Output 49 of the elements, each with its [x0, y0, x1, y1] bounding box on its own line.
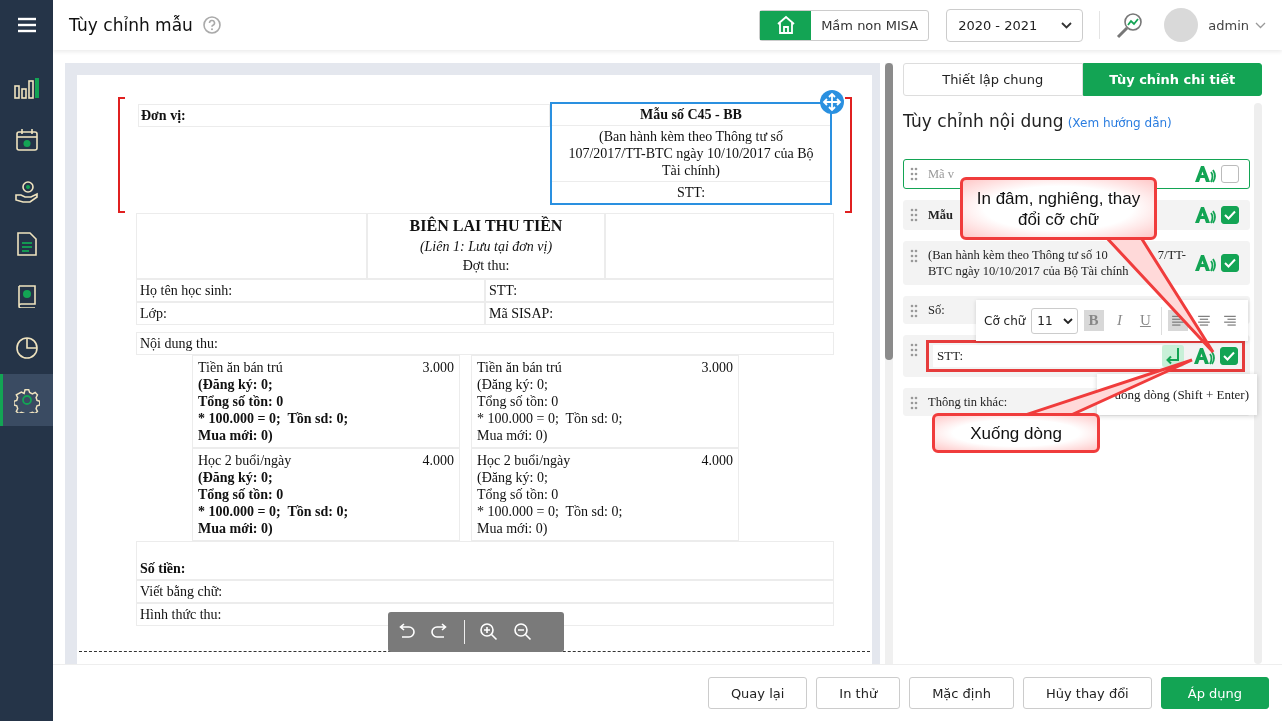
fee-detail: Tổng số tồn: 0 [198, 393, 285, 410]
section-heading: Tùy chỉnh nội dung [903, 111, 1064, 131]
fee-detail: (Đăng ký: 0; [198, 376, 274, 393]
font-size-label: Cỡ chữ [984, 313, 1026, 328]
fee-detail: Mua mới: 0) [198, 520, 274, 537]
amount-words-label: Viết bằng chữ: [136, 580, 834, 603]
form-field-label: STT: [485, 279, 834, 302]
fee-detail: * 100.000 = 0; Tồn sd: 0; [477, 503, 624, 520]
fee-detail: * 100.000 = 0; Tồn sd: 0; [198, 503, 350, 520]
content-label: Nội dung thu: [136, 332, 834, 355]
fee-detail: (Đăng ký: 0; [477, 469, 549, 486]
receipt-title: BIÊN LAI THU TIỀN [409, 216, 563, 236]
form-field-label: Mã SISAP: [485, 302, 834, 325]
row-text: BTC ngày 10/10/2017 của Bộ Tài chính [928, 263, 1129, 279]
fee-detail: Mua mới: 0) [198, 427, 274, 444]
fee-name: Tiền ăn bán trú [477, 359, 562, 376]
callout-tooltip: Xuống dòng [932, 413, 1100, 453]
fee-amount: 4.000 [422, 452, 454, 469]
form-note: (Ban hành kèm theo Thông tư số 107/2017/TT-BTC ngày 10/10/2017 của Bộ Tài chính) [552, 126, 830, 182]
row-text: 7/TT- [1157, 247, 1186, 263]
fee-detail: (Đăng ký: 0; [477, 376, 549, 393]
row-text: Số: [928, 302, 945, 318]
form-stt: STT: [675, 184, 707, 202]
row-text: Thông tin khác: [928, 394, 1008, 410]
fee-amount: 3.000 [422, 359, 454, 376]
receipt-subtitle: (Liên 1: Lưu tại đơn vị) [419, 238, 553, 256]
row-text: (Ban hành kèm theo Thông tư số 10 [928, 247, 1108, 263]
fee-detail: Tổng số tồn: 0 [477, 486, 560, 503]
fee-amount: 4.000 [701, 452, 733, 469]
callout-tooltip: In đâm, nghiêng, thay đổi cỡ chữ [960, 177, 1157, 240]
fee-detail: Tổng số tồn: 0 [477, 393, 560, 410]
page-title: Tùy chỉnh mẫu [69, 15, 193, 35]
period-label: Đợt thu: [462, 257, 510, 274]
fee-name: Tiền ăn bán trú [198, 359, 283, 376]
fee-name: Học 2 buổi/ngày [477, 452, 571, 469]
fee-detail: Tổng số tồn: 0 [198, 486, 285, 503]
fee-detail: Mua mới: 0) [477, 427, 549, 444]
form-field-label: Họ tên học sinh: [136, 279, 485, 302]
fee-detail: * 100.000 = 0; Tồn sd: 0; [477, 410, 624, 427]
fee-detail: (Đăng ký: 0; [198, 469, 274, 486]
fee-amount: 3.000 [701, 359, 733, 376]
fee-name: Học 2 buổi/ngày [198, 452, 292, 469]
row-text: Mã v [928, 166, 955, 182]
fee-detail: Mua mới: 0) [477, 520, 549, 537]
amount-label: Số tiền: [136, 541, 834, 580]
form-field-label: Lớp: [136, 302, 485, 325]
row-text: Mẫu [928, 207, 953, 223]
unit-label: Đơn vị: [138, 104, 550, 127]
fee-detail: * 100.000 = 0; Tồn sd: 0; [198, 410, 350, 427]
